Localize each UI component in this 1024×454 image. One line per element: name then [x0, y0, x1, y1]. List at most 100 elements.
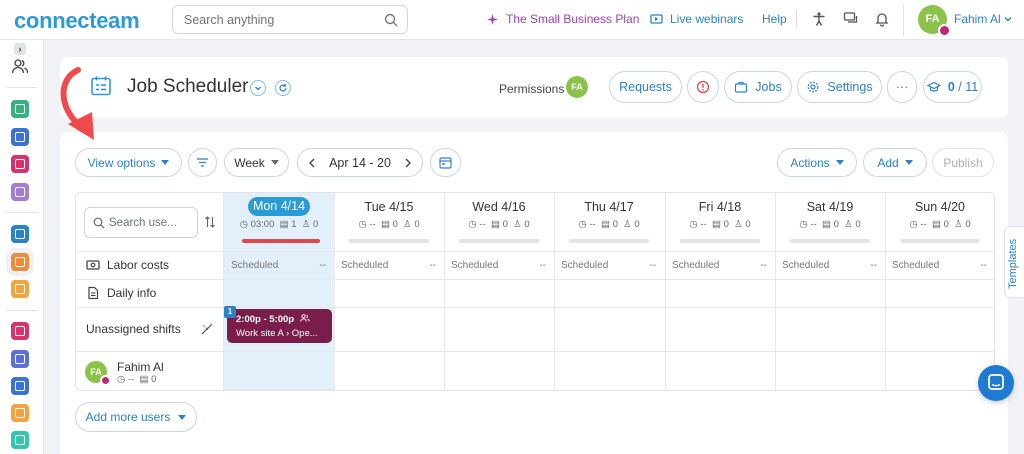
- week-select-label: Week: [234, 155, 265, 170]
- live-webinars-link[interactable]: Live webinars: [650, 12, 743, 26]
- onboarding-progress-button[interactable]: 0 / 11: [923, 71, 982, 103]
- chevron-down-icon[interactable]: [1003, 14, 1013, 24]
- day-header[interactable]: Fri 4/18 ◷ -- ▤ 0 ♙ 0: [665, 193, 775, 250]
- templates-side-tab[interactable]: Templates: [1004, 226, 1024, 298]
- shift-list-icon: ▤: [490, 219, 500, 230]
- sidebar-item-job-scheduler-icon[interactable]: [11, 253, 29, 271]
- shift-count-badge: 1: [224, 306, 236, 318]
- view-options-button[interactable]: View options: [75, 148, 182, 177]
- day-label: Fri 4/18: [698, 200, 742, 214]
- shift-location: Work site A › Ope...: [236, 328, 318, 339]
- users-icon[interactable]: [11, 58, 29, 74]
- shift-list-icon: ▤: [279, 219, 289, 230]
- alert-circle-icon: [696, 80, 710, 94]
- permissions-avatar[interactable]: FA: [566, 76, 588, 98]
- day-header[interactable]: Sat 4/19 ◷ -- ▤ 0 ♙ 0: [775, 193, 885, 250]
- filter-icon: [197, 158, 208, 167]
- labor-costs-row-label[interactable]: Labor costs: [86, 258, 169, 272]
- onboarding-progress-text: 0 / 11: [948, 80, 978, 94]
- chevron-right-icon[interactable]: [404, 158, 412, 168]
- scheduled-label: Scheduled: [892, 260, 940, 271]
- actions-button[interactable]: Actions: [777, 148, 857, 177]
- jobs-button[interactable]: Jobs: [724, 71, 792, 103]
- accessibility-icon[interactable]: [811, 11, 827, 27]
- day-label: Mon 4/14: [248, 197, 310, 216]
- connecteam-logo[interactable]: connecteam: [14, 8, 140, 34]
- title-dropdown-button[interactable]: [250, 80, 266, 96]
- employee-name[interactable]: Fahim Al: [117, 360, 164, 374]
- cash-icon: [86, 260, 100, 270]
- add-button[interactable]: Add: [863, 148, 927, 177]
- filter-button[interactable]: [188, 148, 217, 177]
- magic-wand-icon[interactable]: [200, 322, 214, 336]
- sidebar-item-time-clock-icon[interactable]: [11, 225, 29, 243]
- day-users: 0: [414, 219, 420, 230]
- permissions-label: Permissions: [499, 82, 565, 96]
- week-select[interactable]: Week: [224, 148, 289, 177]
- settings-button[interactable]: Settings: [797, 71, 882, 103]
- day-shifts: 0: [612, 219, 618, 230]
- jobs-button-label: Jobs: [755, 80, 782, 94]
- scheduled-label: Scheduled: [231, 260, 279, 271]
- shift-card[interactable]: 2:00p - 5:00p Work site A › Ope...: [227, 309, 332, 343]
- day-header[interactable]: Mon 4/14 ◷ 03:00 ▤ 1 ♙ 0: [224, 193, 334, 250]
- chevron-left-icon[interactable]: [308, 158, 316, 168]
- sidebar-item-chat-icon[interactable]: [11, 128, 29, 146]
- templates-tab-label: Templates: [1007, 238, 1019, 289]
- sidebar-item-tasks-icon[interactable]: [11, 280, 29, 298]
- caret-down-icon: [161, 160, 170, 165]
- sidebar-item-documents-icon[interactable]: [11, 377, 29, 395]
- day-hours: --: [369, 219, 376, 230]
- daily-info-row-label[interactable]: Daily info: [86, 286, 156, 300]
- support-chat-button[interactable]: [978, 365, 1014, 401]
- day-progress-bar: [569, 239, 649, 243]
- date-picker-button[interactable]: [430, 148, 461, 177]
- requests-button[interactable]: Requests: [609, 71, 682, 103]
- date-range-label[interactable]: Apr 14 - 20: [329, 156, 391, 170]
- sidebar-item-courses-icon[interactable]: [11, 322, 29, 340]
- day-label: Tue 4/15: [364, 200, 414, 214]
- day-users: 0: [965, 219, 971, 230]
- employee-avatar[interactable]: FA: [85, 361, 111, 386]
- small-business-plan-link[interactable]: The Small Business Plan: [486, 12, 639, 26]
- alert-button[interactable]: [687, 71, 719, 103]
- employee-hours: --: [127, 374, 135, 385]
- add-more-users-button[interactable]: Add more users: [75, 402, 197, 432]
- sort-icon[interactable]: [204, 215, 216, 229]
- shift-list-icon: ▤: [711, 219, 721, 230]
- add-button-label: Add: [877, 155, 899, 170]
- sidebar-expand-button[interactable]: ›: [14, 43, 26, 55]
- sidebar-item-ideas-icon[interactable]: [11, 431, 29, 449]
- shift-list-icon: ▤: [380, 219, 390, 230]
- scheduled-value: --: [760, 260, 767, 271]
- scheduled-value: --: [539, 260, 546, 271]
- user-name[interactable]: Fahim Al: [954, 12, 1001, 26]
- gear-icon: [808, 81, 819, 93]
- sidebar-item-feed-icon[interactable]: [11, 100, 29, 118]
- day-users: 0: [855, 219, 861, 230]
- day-header[interactable]: Sun 4/20 ◷ -- ▤ 0 ♙ 0: [885, 193, 994, 250]
- grid-line: [76, 279, 994, 280]
- day-header[interactable]: Wed 4/16 ◷ -- ▤ 0 ♙ 0: [444, 193, 554, 250]
- sidebar-item-directory-icon[interactable]: [11, 155, 29, 173]
- help-link[interactable]: Help: [762, 12, 787, 26]
- clock-icon: ◷: [358, 219, 367, 230]
- day-header[interactable]: Thu 4/17 ◷ -- ▤ 0 ♙ 0: [554, 193, 664, 250]
- user-icon: ♙: [623, 219, 632, 230]
- user-search-input[interactable]: Search use...: [84, 207, 198, 238]
- day-hours: --: [479, 219, 486, 230]
- refresh-button[interactable]: [275, 80, 291, 96]
- day-stats: ◷ -- ▤ 0 ♙ 0: [554, 219, 664, 230]
- sidebar-item-org-chart-icon[interactable]: [11, 350, 29, 368]
- user-avatar[interactable]: FA: [918, 5, 951, 37]
- day-header[interactable]: Tue 4/15 ◷ -- ▤ 0 ♙ 0: [334, 193, 444, 250]
- publish-button[interactable]: Publish: [932, 148, 994, 177]
- more-options-button[interactable]: ···: [887, 71, 917, 103]
- global-search-input[interactable]: Search anything: [172, 5, 408, 34]
- day-stats: ◷ -- ▤ 0 ♙ 0: [444, 219, 554, 230]
- bell-icon[interactable]: [874, 11, 890, 27]
- chat-bubbles-icon[interactable]: [843, 11, 859, 27]
- user-icon: ♙: [403, 219, 412, 230]
- sidebar-item-rewards-icon[interactable]: [11, 404, 29, 422]
- sidebar-item-updates-icon[interactable]: [11, 183, 29, 201]
